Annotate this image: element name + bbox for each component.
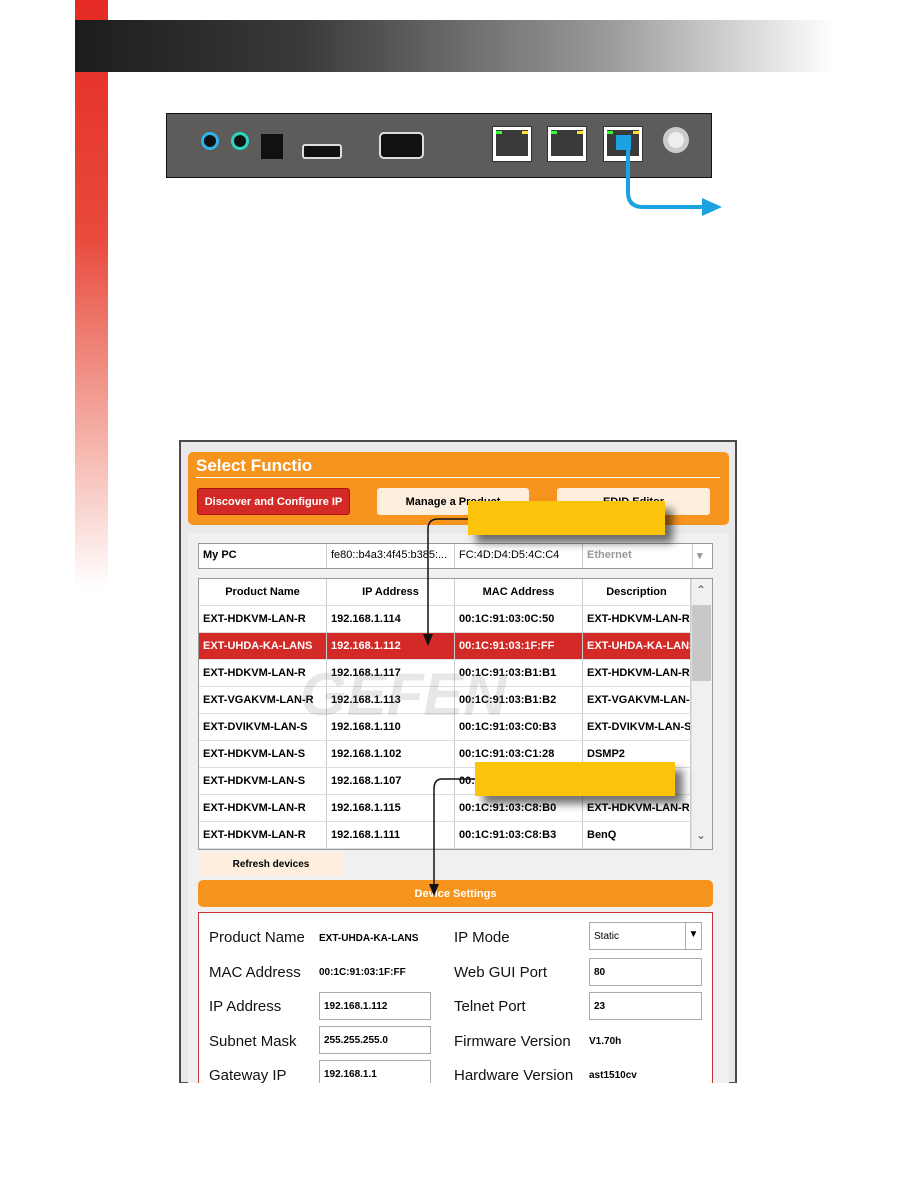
discover-configure-ip-button[interactable]: Discover and Configure IP: [197, 488, 350, 515]
table-cell: EXT-HDKVM-LAN-R: [583, 660, 691, 686]
label: Web GUI Port: [454, 964, 548, 981]
callout-box: [475, 762, 675, 796]
label: IP Address: [209, 998, 282, 1015]
ethernet-port-icon: [547, 126, 587, 162]
hardware-value: ast1510cv: [589, 1070, 637, 1081]
label: Subnet Mask: [209, 1033, 297, 1050]
label: Firmware Version: [454, 1033, 571, 1050]
hdmi-port-icon: [302, 144, 342, 159]
refresh-devices-button[interactable]: Refresh devices: [199, 852, 343, 876]
label: MAC Address: [209, 964, 301, 981]
page-bottom: [179, 1083, 737, 1188]
chevron-down-icon[interactable]: ▼: [685, 923, 701, 949]
table-cell: EXT-HDKVM-LAN-R: [199, 606, 327, 632]
table-cell: EXT-UHDA-KA-LANS: [199, 633, 327, 659]
callout-arrows: [423, 518, 475, 896]
table-cell: EXT-HDKVM-LAN-S: [199, 768, 327, 794]
audio-jack-icon: [201, 132, 219, 150]
scrollbar-thumb[interactable]: [692, 605, 711, 681]
page-header-band: [75, 20, 835, 72]
scroll-up-icon[interactable]: ⌃: [696, 583, 706, 597]
pc-name: My PC: [199, 544, 327, 568]
label: Telnet Port: [454, 998, 526, 1015]
panel-title: Select Functio: [196, 456, 313, 475]
label: IP Mode: [454, 929, 510, 946]
optical-port-icon: [261, 134, 283, 159]
table-cell: EXT-HDKVM-LAN-R: [583, 795, 691, 821]
chevron-down-icon[interactable]: ▾: [693, 544, 707, 568]
table-cell: EXT-HDKVM-LAN-R: [583, 606, 691, 632]
table-cell: EXT-UHDA-KA-LANS: [583, 633, 691, 659]
table-cell: EXT-DVIKVM-LAN-S: [583, 714, 691, 740]
column-header[interactable]: Description: [583, 579, 691, 605]
product-name-value: EXT-UHDA-KA-LANS: [319, 933, 419, 944]
ip-mode-select[interactable]: Static ▼: [589, 922, 702, 950]
red-side-bar: [75, 0, 108, 590]
web-gui-port-input[interactable]: 80: [589, 958, 702, 986]
telnet-port-input[interactable]: 23: [589, 992, 702, 1020]
table-cell: EXT-HDKVM-LAN-R: [199, 822, 327, 848]
ethernet-port-icon: [492, 126, 532, 162]
divider: [196, 477, 720, 478]
adapter-name: Ethernet: [583, 544, 693, 568]
label: Gateway IP: [209, 1067, 287, 1084]
column-header[interactable]: Product Name: [199, 579, 327, 605]
vga-port-icon: [379, 132, 424, 159]
ip-address-input[interactable]: 192.168.1.112: [319, 992, 431, 1020]
table-cell: BenQ: [583, 822, 691, 848]
firmware-value: V1.70h: [589, 1036, 622, 1047]
label: Hardware Version: [454, 1067, 574, 1084]
table-cell: EXT-VGAKVM-LAN-R: [583, 687, 691, 713]
callout-box: [468, 501, 665, 535]
table-cell: EXT-HDKVM-LAN-R: [199, 795, 327, 821]
cable-arrow-icon: [626, 150, 722, 216]
ip-mode-value: Static: [594, 931, 620, 942]
audio-jack-icon: [231, 132, 249, 150]
scroll-down-icon[interactable]: ⌄: [696, 828, 706, 842]
label: Product Name: [209, 929, 305, 946]
mac-value: 00:1C:91:03:1F:FF: [319, 967, 406, 978]
subnet-mask-input[interactable]: 255.255.255.0: [319, 1026, 431, 1054]
table-cell: EXT-HDKVM-LAN-S: [199, 741, 327, 767]
